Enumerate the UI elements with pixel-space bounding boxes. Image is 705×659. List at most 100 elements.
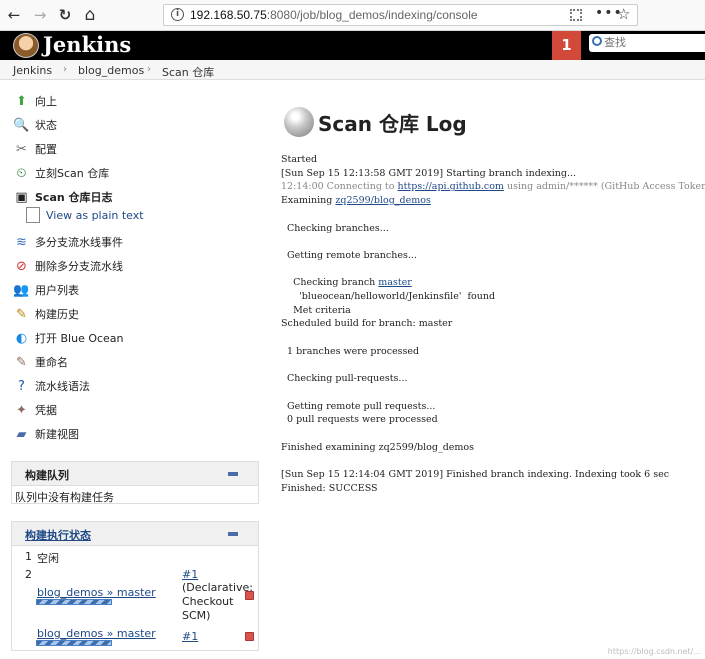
collapse-icon[interactable] bbox=[228, 532, 238, 536]
log-text: 0 pull requests were processed bbox=[281, 414, 438, 426]
log-text: Getting remote pull requests... bbox=[281, 400, 436, 412]
build-queue-header: 构建队列 bbox=[12, 462, 258, 486]
sidebar-item-label: 打开 Blue Ocean bbox=[35, 332, 124, 345]
sidebar-item-label: 凭据 bbox=[35, 404, 57, 417]
log-text: 12:14:00 Connecting to bbox=[281, 181, 398, 193]
magnifier-icon: 🔍 bbox=[13, 117, 30, 133]
jenkins-title[interactable]: Jenkins bbox=[43, 32, 131, 57]
log-line: 0 pull requests were processed bbox=[281, 414, 438, 425]
executor-build-link[interactable]: #1 bbox=[182, 630, 198, 643]
sidebar-item[interactable]: ◐ 打开 Blue Ocean bbox=[13, 328, 124, 348]
watermark: https://blog.csdn.net/... bbox=[607, 647, 701, 656]
log-text: Checking branches... bbox=[281, 222, 389, 234]
log-text: 1 branches were processed bbox=[281, 345, 420, 357]
stop-build-icon[interactable] bbox=[245, 632, 254, 641]
notification-badge[interactable]: 1 bbox=[552, 31, 581, 60]
stop-build-icon[interactable] bbox=[245, 591, 254, 600]
search-icon bbox=[592, 36, 602, 46]
log-line: Examining zq2599/blog_demos bbox=[281, 195, 431, 206]
breadcrumb: Jenkins › blog_demos › Scan 仓库 bbox=[0, 60, 705, 80]
wrench-icon: ✂ bbox=[16, 141, 27, 157]
executor-number: 1 bbox=[25, 550, 32, 563]
reload-icon[interactable]: ↻ bbox=[55, 5, 75, 25]
site-info-icon[interactable]: i bbox=[171, 8, 184, 21]
log-text: [Sun Sep 15 12:14:04 GMT 2019] Finished … bbox=[281, 469, 670, 481]
rename-icon: ✎ bbox=[16, 354, 27, 370]
executors-title[interactable]: 构建执行状态 bbox=[25, 527, 91, 543]
log-text: Met criteria bbox=[281, 304, 351, 316]
sidebar-item[interactable]: ✎ 构建历史 bbox=[13, 304, 79, 324]
sidebar-item[interactable]: ✎ 重命名 bbox=[13, 352, 68, 372]
executor-job-link[interactable]: blog_demos » master bbox=[37, 586, 156, 599]
address-bar[interactable]: i 192.168.50.75:8080/job/blog_demos/inde… bbox=[163, 4, 638, 26]
sidebar-item[interactable]: ? 流水线语法 bbox=[13, 376, 90, 396]
executor-detail-line: (Declarative: bbox=[182, 581, 253, 594]
log-line: Getting remote pull requests... bbox=[281, 401, 435, 412]
log-text: using admin/****** (GitHub Access Token) bbox=[503, 181, 705, 193]
breadcrumb-separator: › bbox=[147, 64, 151, 75]
log-link[interactable]: master bbox=[378, 277, 412, 288]
executor-number: 2 bbox=[25, 568, 32, 581]
sidebar-item-label: 配置 bbox=[35, 143, 57, 156]
sidebar-item[interactable]: ⬆ 向上 bbox=[13, 91, 57, 111]
log-line: 'blueocean/helloworld/Jenkinsfile' found bbox=[281, 291, 495, 302]
executor-status: 空闲 bbox=[37, 552, 59, 565]
log-text: Examining bbox=[281, 195, 336, 207]
url-text[interactable]: 192.168.50.75:8080/job/blog_demos/indexi… bbox=[190, 8, 478, 22]
collapse-icon[interactable] bbox=[228, 472, 238, 476]
bookmark-star-icon[interactable]: ☆ bbox=[617, 5, 630, 23]
log-line: Met criteria bbox=[281, 305, 351, 316]
executors-header: 构建执行状态 bbox=[12, 522, 258, 546]
build-queue-title: 构建队列 bbox=[25, 469, 69, 482]
executor-job-link[interactable]: blog_demos » master bbox=[37, 627, 156, 640]
log-text: Finished examining zq2599/blog_demos bbox=[281, 441, 475, 453]
sidebar-item-label: 用户列表 bbox=[35, 284, 79, 297]
sidebar-item-label: 删除多分支流水线 bbox=[35, 260, 123, 273]
log-text: Checking pull-requests... bbox=[281, 373, 408, 385]
breadcrumb-separator: › bbox=[63, 64, 67, 75]
help-icon: ? bbox=[18, 378, 25, 394]
sidebar-item[interactable]: ▣ Scan 仓库日志 bbox=[13, 187, 113, 207]
credentials-icon: ✦ bbox=[16, 402, 27, 418]
sidebar-item-label: Scan 仓库日志 bbox=[35, 191, 113, 204]
log-line: Checking pull-requests... bbox=[281, 373, 407, 384]
forward-arrow-icon[interactable]: → bbox=[30, 5, 50, 25]
executor-progress-bar[interactable] bbox=[36, 599, 112, 605]
log-line: Checking branches... bbox=[281, 223, 389, 234]
sidebar-item[interactable]: ⊘ 删除多分支流水线 bbox=[13, 256, 123, 276]
search-input[interactable] bbox=[604, 35, 702, 50]
log-text: Getting remote branches... bbox=[281, 249, 417, 261]
log-link[interactable]: zq2599/blog_demos bbox=[335, 195, 430, 206]
notepad-icon: ✎ bbox=[16, 306, 27, 322]
home-icon[interactable]: ⌂ bbox=[80, 5, 100, 25]
executor-detail-line: Checkout bbox=[182, 595, 234, 608]
url-path: :8080/job/blog_demos/indexing/console bbox=[266, 8, 478, 22]
sidebar-item[interactable]: ▰ 新建视图 bbox=[13, 424, 80, 444]
browser-toolbar: ← → ↻ ⌂ i 192.168.50.75:8080/job/blog_de… bbox=[0, 0, 705, 31]
sidebar-item-label: 多分支流水线事件 bbox=[35, 236, 123, 249]
qr-code-icon[interactable] bbox=[570, 9, 582, 21]
view-as-plain-text-link[interactable]: View as plain text bbox=[26, 207, 144, 223]
sidebar-item[interactable]: ✂ 配置 bbox=[13, 139, 57, 159]
log-link[interactable]: https://api.github.com bbox=[398, 181, 504, 192]
sidebar-item-label: 重命名 bbox=[35, 356, 68, 369]
executor-build-link[interactable]: #1 bbox=[182, 568, 198, 581]
back-arrow-icon[interactable]: ← bbox=[4, 5, 24, 25]
sidebar-item[interactable]: ✦ 凭据 bbox=[13, 400, 57, 420]
sidebar-item[interactable]: ⏲ 立刻Scan 仓库 bbox=[13, 163, 109, 183]
breadcrumb-scan-repo[interactable]: Scan 仓库 bbox=[162, 64, 214, 80]
executor-progress-bar[interactable] bbox=[36, 640, 112, 646]
clock-play-icon: ⏲ bbox=[16, 165, 27, 181]
breadcrumb-jenkins[interactable]: Jenkins bbox=[13, 64, 52, 77]
search-box[interactable] bbox=[589, 34, 705, 52]
sidebar-item[interactable]: 🔍 状态 bbox=[13, 115, 57, 135]
log-line: Started bbox=[281, 154, 317, 165]
log-text: Started bbox=[281, 154, 318, 165]
sidebar-item[interactable]: 👥 用户列表 bbox=[13, 280, 79, 300]
users-icon: 👥 bbox=[13, 282, 30, 298]
terminal-icon: ▣ bbox=[15, 189, 28, 205]
breadcrumb-blog-demos[interactable]: blog_demos bbox=[78, 64, 144, 77]
sidebar-item[interactable]: ≋ 多分支流水线事件 bbox=[13, 232, 123, 252]
no-entry-icon: ⊘ bbox=[16, 258, 27, 274]
jenkins-logo-icon[interactable] bbox=[13, 33, 39, 58]
